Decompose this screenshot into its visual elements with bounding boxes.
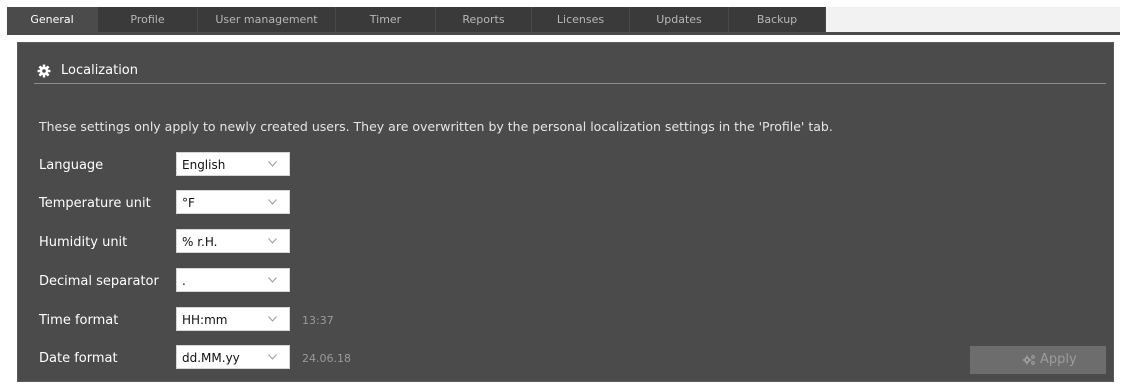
humidity-unit-select[interactable]: % r.H.: [176, 229, 290, 253]
gear-icon: [37, 64, 51, 78]
decimal-separator-label: Decimal separator: [39, 274, 159, 289]
tab-list: General Profile User management Timer Re…: [7, 7, 826, 32]
tab-updates[interactable]: Updates: [630, 7, 729, 32]
date-format-preview: 24.06.18: [302, 352, 351, 365]
tab-general[interactable]: General: [7, 7, 98, 32]
tab-backup[interactable]: Backup: [729, 7, 826, 32]
humidity-unit-label: Humidity unit: [39, 235, 128, 250]
cogs-icon: [1022, 355, 1035, 365]
temperature-unit-select[interactable]: °F: [176, 190, 290, 214]
date-format-select[interactable]: dd.MM.yy: [176, 345, 290, 369]
time-format-preview: 13:37: [302, 314, 334, 327]
chevron-down-icon: [268, 316, 277, 322]
apply-label: Apply: [1040, 352, 1077, 367]
language-value: English: [182, 158, 226, 172]
info-text: These settings only apply to newly creat…: [39, 119, 833, 134]
temperature-unit-value: °F: [182, 196, 195, 210]
language-select[interactable]: English: [176, 152, 290, 176]
date-format-label: Date format: [39, 351, 118, 366]
time-format-value: HH:mm: [182, 313, 228, 327]
tab-bar: General Profile User management Timer Re…: [7, 7, 1120, 32]
time-format-select[interactable]: HH:mm: [176, 307, 290, 331]
tab-reports[interactable]: Reports: [436, 7, 532, 32]
time-format-label: Time format: [39, 313, 119, 328]
decimal-separator-select[interactable]: .: [176, 268, 290, 292]
tab-user-management[interactable]: User management: [198, 7, 336, 32]
localization-panel: Localization These settings only apply t…: [17, 42, 1114, 382]
language-label: Language: [39, 158, 104, 173]
humidity-unit-value: % r.H.: [182, 235, 218, 249]
chevron-down-icon: [268, 199, 277, 205]
chevron-down-icon: [268, 161, 277, 167]
chevron-down-icon: [268, 238, 277, 244]
chevron-down-icon: [268, 277, 277, 283]
section-divider: [34, 83, 1106, 84]
tab-underline: [7, 32, 1120, 35]
apply-button[interactable]: Apply: [970, 346, 1106, 374]
tab-timer[interactable]: Timer: [336, 7, 436, 32]
date-format-value: dd.MM.yy: [182, 351, 240, 365]
tab-profile[interactable]: Profile: [98, 7, 198, 32]
decimal-separator-value: .: [182, 274, 186, 288]
chevron-down-icon: [268, 354, 277, 360]
tab-licenses[interactable]: Licenses: [532, 7, 630, 32]
temperature-unit-label: Temperature unit: [39, 196, 151, 211]
section-title: Localization: [61, 63, 138, 78]
